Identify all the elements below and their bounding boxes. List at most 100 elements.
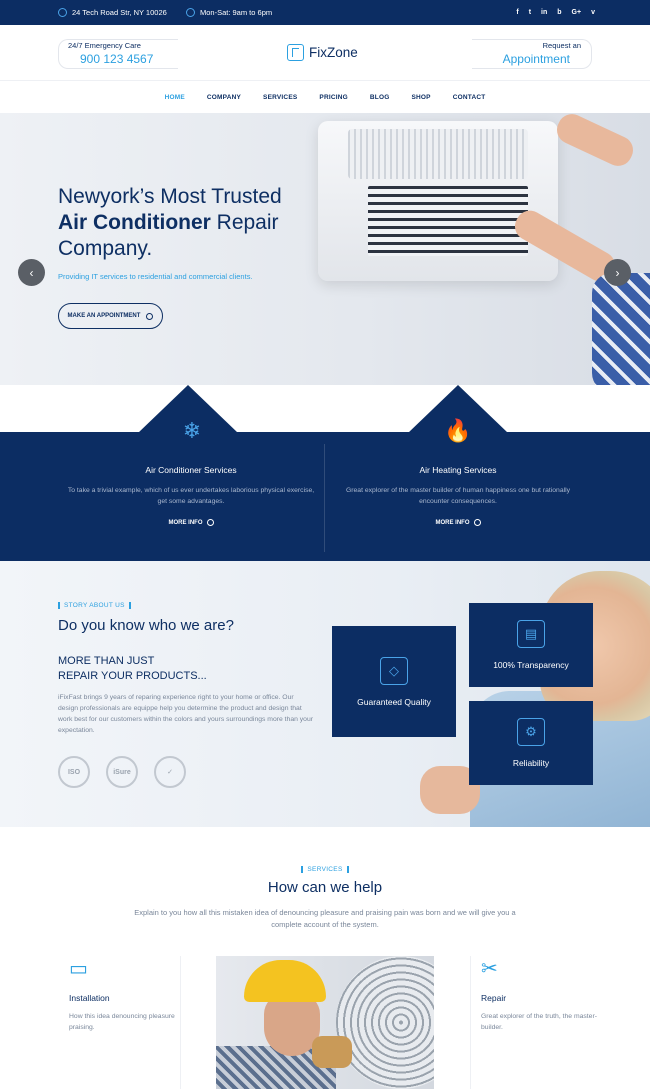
service-desc-heating: Great explorer of the master builder of … [345,487,571,505]
location-icon [58,8,67,17]
make-appointment-button[interactable]: MAKE AN APPOINTMENT [58,303,163,329]
google-plus-icon[interactable]: G+ [572,9,582,16]
ac-fins [368,186,528,256]
ac-unit-icon: ▭ [69,958,88,980]
clock-icon [186,8,195,17]
card-desc: How this idea denouncing pleasure praisi… [69,1013,175,1031]
hero-title-rest: Repair [210,211,279,234]
hero-title-bold: Air Conditioner [58,211,211,234]
service-title-ac[interactable]: Air Conditioner Services [66,465,316,475]
hero-title-line2: Air Conditioner Repair [58,211,279,235]
site-logo[interactable]: FixZone [287,44,358,61]
eyebrow-bar [128,602,131,609]
check-badge-icon: ✓ [154,756,186,788]
nav-services[interactable]: SERVICES [263,94,297,101]
hours-text: Mon-Sat: 9am to 6pm [200,8,273,17]
feature-label: Reliability [512,758,550,768]
air-conditioner-image [318,121,558,281]
facebook-icon[interactable]: f [516,9,518,16]
hard-hat-image [244,960,326,1002]
top-bar: 24 Tech Road Str, NY 10026 Mon-Sat: 9am … [0,0,650,25]
feature-guaranteed-quality[interactable]: ◇ Guaranteed Quality [332,626,456,737]
prev-slide-button[interactable]: ‹ [18,259,45,286]
logo-icon [287,44,304,61]
twitter-icon[interactable]: t [529,9,531,16]
eyebrow-bar [301,866,304,873]
nav-home[interactable]: HOME [165,94,185,101]
nav-blog[interactable]: BLOG [370,94,390,101]
arrow-circle-icon [146,312,154,320]
emergency-phone[interactable]: 900 123 4567 [80,52,153,66]
address-text: 24 Tech Road Str, NY 10026 [72,8,167,17]
nav-contact[interactable]: CONTACT [453,94,486,101]
behance-icon[interactable]: b [557,9,561,16]
certification-badges: ISO iSure ✓ [58,756,186,788]
card-title: Installation [69,993,110,1003]
more-info-ac-link[interactable]: MORE INFO [66,519,316,526]
linkedin-icon[interactable]: in [541,9,547,16]
appointment-link[interactable]: Appointment [503,52,570,66]
about-eyebrow: STORY ABOUT US [58,602,131,609]
social-links: f t in b G+ v [516,0,595,25]
nav-pricing[interactable]: PRICING [319,94,348,101]
logo-text: FixZone [309,45,358,60]
about-section: STORY ABOUT US Do you know who we are? M… [0,561,650,827]
technician-photo [216,956,434,1089]
glove-image [312,1036,352,1068]
about-heading: Do you know who we are? [58,617,234,634]
hero-title-line1: Newyork’s Most Trusted [58,185,282,208]
document-icon: ▤ [517,620,545,648]
eyebrow-bar [346,866,349,873]
flame-icon: 🔥 [444,418,472,443]
help-paragraph: Explain to you how all this mistaken ide… [134,908,516,929]
emergency-label: 24/7 Emergency Care [68,41,141,50]
hero-subtitle: Providing IT services to residential and… [58,272,253,281]
service-desc-ac: To take a trivial example, which of us e… [67,487,315,505]
make-appointment-label: MAKE AN APPOINTMENT [67,313,141,319]
card-title: Repair [481,993,507,1003]
snowflake-icon: ❄ [182,418,202,443]
service-card-installation[interactable]: ▭ Installation How this idea denouncing … [69,956,189,1089]
arrow-circle-icon [206,519,214,526]
service-title-heating[interactable]: Air Heating Services [333,465,583,475]
site-header: 24/7 Emergency Care 900 123 4567 FixZone… [0,25,650,81]
tools-icon: ✂ [481,958,498,980]
card-desc: Great explorer of the truth, the master-… [481,1013,597,1031]
fan-image [336,956,434,1089]
technician-shirt [592,273,650,385]
technician-arm [552,113,638,171]
main-nav: HOME COMPANY SERVICES PRICING BLOG SHOP … [0,82,650,113]
vimeo-icon[interactable]: v [591,9,595,16]
nav-shop[interactable]: SHOP [411,94,430,101]
about-subheading-2: REPAIR YOUR PRODUCTS... [58,670,207,682]
hero-slider: Newyork’s Most Trusted Air Conditioner R… [0,113,650,385]
help-heading: How can we help [267,879,383,896]
help-eyebrow-text: SERVICES [307,866,343,873]
card-divider [470,956,471,1089]
arrow-circle-icon [473,519,481,526]
more-info-heating-link[interactable]: MORE INFO [333,519,583,526]
isure-badge-icon: iSure [106,756,138,788]
feature-label: 100% Transparency [493,660,569,670]
hero-title-line3: Company. [58,237,153,260]
help-eyebrow: SERVICES [0,866,650,873]
nav-company[interactable]: COMPANY [207,94,241,101]
feature-reliability[interactable]: ⚙ Reliability [469,701,593,785]
service-card-repair[interactable]: ✂ Repair Great explorer of the truth, th… [481,956,601,1089]
hours-item: Mon-Sat: 9am to 6pm [186,0,272,25]
about-subheading-1: MORE THAN JUST [58,655,155,667]
feature-label: Guaranteed Quality [357,696,431,707]
request-label: Request an [542,41,581,50]
services-divider [324,444,325,552]
feature-transparency[interactable]: ▤ 100% Transparency [469,603,593,687]
about-eyebrow-text: STORY ABOUT US [64,602,125,609]
ac-grill [348,129,528,179]
iso-badge-icon: ISO [58,756,90,788]
next-slide-button[interactable]: › [604,259,631,286]
address-item: 24 Tech Road Str, NY 10026 [58,0,167,25]
diamond-icon: ◇ [380,656,408,685]
eyebrow-bar [58,602,60,609]
about-paragraph: iFixFast brings 9 years of reparing expe… [58,694,313,734]
more-info-label: MORE INFO [168,519,203,526]
gear-icon: ⚙ [517,718,545,746]
